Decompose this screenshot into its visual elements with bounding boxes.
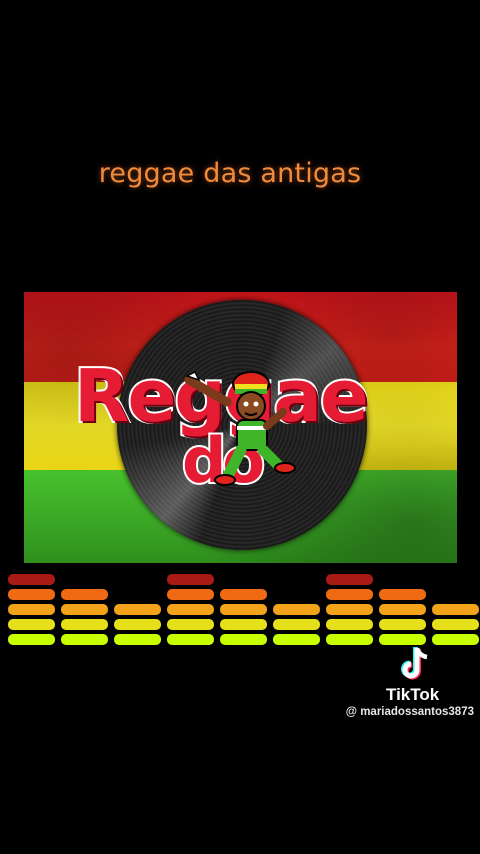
- eq-segment: [114, 634, 161, 645]
- eq-segment: [61, 634, 108, 645]
- tiktok-note-icon: [401, 647, 428, 680]
- eq-segment: [220, 604, 267, 615]
- eq-segment: [379, 589, 426, 600]
- audio-equalizer: [8, 574, 479, 645]
- eq-segment: [326, 634, 373, 645]
- eq-segment: [114, 619, 161, 630]
- eq-segment: [220, 619, 267, 630]
- eq-segment: [273, 619, 320, 630]
- tiktok-brand: TikTok: [386, 685, 440, 704]
- eq-segment: [273, 634, 320, 645]
- eq-segment: [167, 619, 214, 630]
- eq-segment: [432, 604, 479, 615]
- eq-segment: [61, 589, 108, 600]
- eq-segment: [326, 589, 373, 600]
- eq-segment: [379, 619, 426, 630]
- eq-segment: [432, 634, 479, 645]
- eq-segment: [61, 619, 108, 630]
- eq-segment: [8, 574, 55, 585]
- eq-segment: [8, 634, 55, 645]
- eq-segment: [114, 604, 161, 615]
- eq-segment: [432, 619, 479, 630]
- reggae-cover-art: Reggae do: [24, 292, 457, 563]
- eq-segment: [8, 604, 55, 615]
- eq-segment: [379, 634, 426, 645]
- eq-segment: [8, 619, 55, 630]
- tiktok-username: @ mariadossantos3873: [345, 706, 474, 718]
- tiktok-watermark: TikTok @ mariadossantos3873: [310, 646, 480, 726]
- eq-segment: [167, 604, 214, 615]
- eq-segment: [167, 574, 214, 585]
- eq-segment: [379, 604, 426, 615]
- eq-segment: [273, 604, 320, 615]
- rasta-dancer-mascot-icon: [184, 370, 296, 486]
- eq-segment: [220, 634, 267, 645]
- eq-segment: [326, 574, 373, 585]
- eq-segment: [167, 634, 214, 645]
- eq-segment: [167, 589, 214, 600]
- eq-segment: [326, 619, 373, 630]
- video-caption: reggae das antigas: [98, 158, 362, 189]
- eq-segment: [326, 604, 373, 615]
- eq-segment: [8, 589, 55, 600]
- eq-segment: [220, 589, 267, 600]
- eq-segment: [61, 604, 108, 615]
